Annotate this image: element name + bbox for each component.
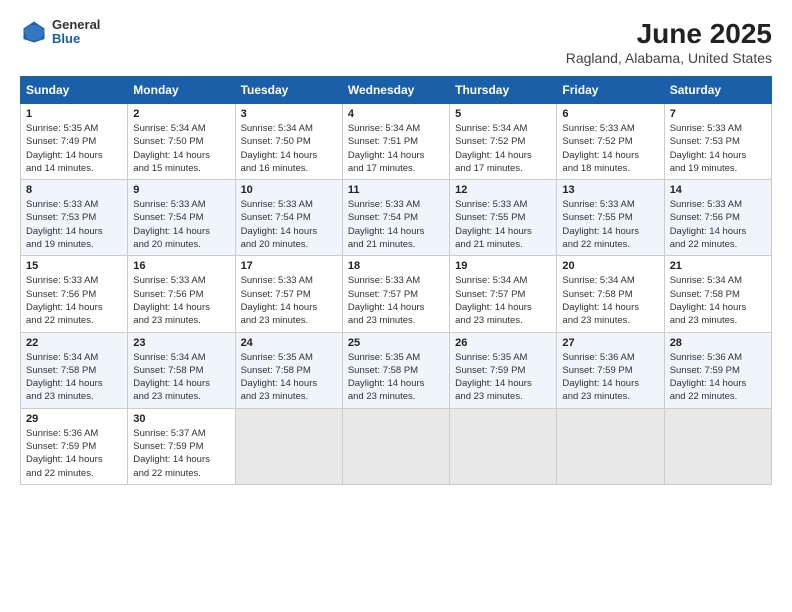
table-row <box>557 408 664 484</box>
table-row: 2Sunrise: 5:34 AMSunset: 7:50 PMDaylight… <box>128 104 235 180</box>
calendar-table: Sunday Monday Tuesday Wednesday Thursday… <box>20 76 772 485</box>
col-monday: Monday <box>128 77 235 104</box>
logo-blue: Blue <box>52 32 100 46</box>
table-row: 20Sunrise: 5:34 AMSunset: 7:58 PMDayligh… <box>557 256 664 332</box>
week-row: 15Sunrise: 5:33 AMSunset: 7:56 PMDayligh… <box>21 256 772 332</box>
table-row: 10Sunrise: 5:33 AMSunset: 7:54 PMDayligh… <box>235 180 342 256</box>
col-wednesday: Wednesday <box>342 77 449 104</box>
table-row <box>235 408 342 484</box>
header: General Blue June 2025 Ragland, Alabama,… <box>20 18 772 66</box>
calendar-subtitle: Ragland, Alabama, United States <box>566 50 772 66</box>
table-row: 30Sunrise: 5:37 AMSunset: 7:59 PMDayligh… <box>128 408 235 484</box>
table-row: 7Sunrise: 5:33 AMSunset: 7:53 PMDaylight… <box>664 104 771 180</box>
table-row: 23Sunrise: 5:34 AMSunset: 7:58 PMDayligh… <box>128 332 235 408</box>
calendar-page: General Blue June 2025 Ragland, Alabama,… <box>0 0 792 612</box>
col-tuesday: Tuesday <box>235 77 342 104</box>
col-sunday: Sunday <box>21 77 128 104</box>
table-row: 4Sunrise: 5:34 AMSunset: 7:51 PMDaylight… <box>342 104 449 180</box>
table-row: 16Sunrise: 5:33 AMSunset: 7:56 PMDayligh… <box>128 256 235 332</box>
table-row: 17Sunrise: 5:33 AMSunset: 7:57 PMDayligh… <box>235 256 342 332</box>
col-thursday: Thursday <box>450 77 557 104</box>
table-row: 21Sunrise: 5:34 AMSunset: 7:58 PMDayligh… <box>664 256 771 332</box>
col-friday: Friday <box>557 77 664 104</box>
table-row <box>342 408 449 484</box>
table-row: 26Sunrise: 5:35 AMSunset: 7:59 PMDayligh… <box>450 332 557 408</box>
table-row: 18Sunrise: 5:33 AMSunset: 7:57 PMDayligh… <box>342 256 449 332</box>
table-row: 22Sunrise: 5:34 AMSunset: 7:58 PMDayligh… <box>21 332 128 408</box>
table-row: 25Sunrise: 5:35 AMSunset: 7:58 PMDayligh… <box>342 332 449 408</box>
table-row: 29Sunrise: 5:36 AMSunset: 7:59 PMDayligh… <box>21 408 128 484</box>
logo-text: General Blue <box>52 18 100 47</box>
logo-general: General <box>52 18 100 32</box>
table-row: 15Sunrise: 5:33 AMSunset: 7:56 PMDayligh… <box>21 256 128 332</box>
title-area: June 2025 Ragland, Alabama, United State… <box>566 18 772 66</box>
calendar-title: June 2025 <box>566 18 772 50</box>
table-row: 11Sunrise: 5:33 AMSunset: 7:54 PMDayligh… <box>342 180 449 256</box>
table-row: 14Sunrise: 5:33 AMSunset: 7:56 PMDayligh… <box>664 180 771 256</box>
table-row: 5Sunrise: 5:34 AMSunset: 7:52 PMDaylight… <box>450 104 557 180</box>
table-row: 24Sunrise: 5:35 AMSunset: 7:58 PMDayligh… <box>235 332 342 408</box>
table-row: 12Sunrise: 5:33 AMSunset: 7:55 PMDayligh… <box>450 180 557 256</box>
week-row: 8Sunrise: 5:33 AMSunset: 7:53 PMDaylight… <box>21 180 772 256</box>
table-row: 28Sunrise: 5:36 AMSunset: 7:59 PMDayligh… <box>664 332 771 408</box>
table-row: 27Sunrise: 5:36 AMSunset: 7:59 PMDayligh… <box>557 332 664 408</box>
week-row: 29Sunrise: 5:36 AMSunset: 7:59 PMDayligh… <box>21 408 772 484</box>
week-row: 1Sunrise: 5:35 AMSunset: 7:49 PMDaylight… <box>21 104 772 180</box>
table-row: 8Sunrise: 5:33 AMSunset: 7:53 PMDaylight… <box>21 180 128 256</box>
table-row: 13Sunrise: 5:33 AMSunset: 7:55 PMDayligh… <box>557 180 664 256</box>
header-row: Sunday Monday Tuesday Wednesday Thursday… <box>21 77 772 104</box>
col-saturday: Saturday <box>664 77 771 104</box>
table-row: 9Sunrise: 5:33 AMSunset: 7:54 PMDaylight… <box>128 180 235 256</box>
table-row: 3Sunrise: 5:34 AMSunset: 7:50 PMDaylight… <box>235 104 342 180</box>
table-row <box>664 408 771 484</box>
table-row <box>450 408 557 484</box>
logo: General Blue <box>20 18 100 47</box>
week-row: 22Sunrise: 5:34 AMSunset: 7:58 PMDayligh… <box>21 332 772 408</box>
table-row: 19Sunrise: 5:34 AMSunset: 7:57 PMDayligh… <box>450 256 557 332</box>
table-row: 1Sunrise: 5:35 AMSunset: 7:49 PMDaylight… <box>21 104 128 180</box>
logo-icon <box>20 18 48 46</box>
table-row: 6Sunrise: 5:33 AMSunset: 7:52 PMDaylight… <box>557 104 664 180</box>
